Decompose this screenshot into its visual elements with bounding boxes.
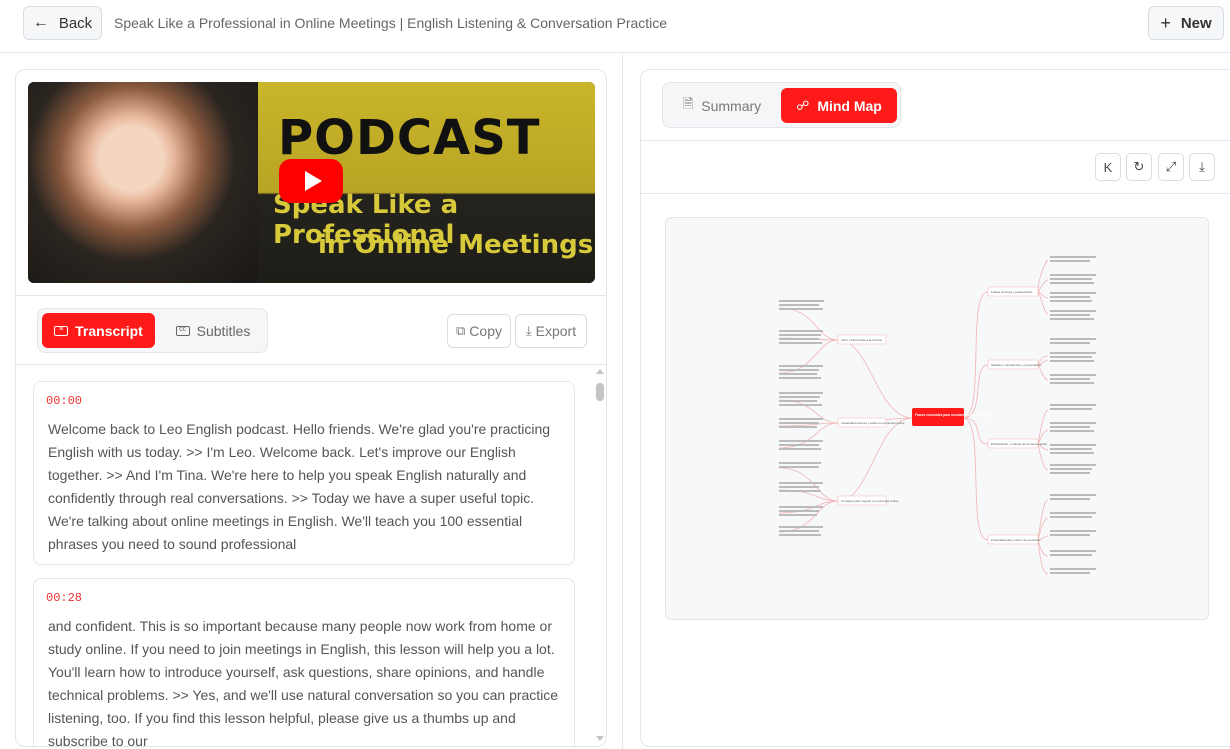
tab-summary[interactable]: 🗎 Summary: [667, 88, 777, 123]
divider: [641, 140, 1230, 141]
mind-map-canvas[interactable]: Frases esenciales para reuniones online …: [665, 217, 1209, 620]
segment-timestamp[interactable]: 00:28: [46, 591, 82, 605]
download-icon: ⤓: [525, 323, 532, 338]
back-label: Back: [58, 14, 93, 32]
back-button[interactable]: ← Back: [23, 6, 102, 40]
scroll-up-icon[interactable]: [596, 369, 604, 374]
plus-icon: +: [1160, 12, 1171, 33]
mind-map-branch-label: Consejos para mejorar en reuniones onlin…: [841, 499, 899, 503]
scroll-down-icon[interactable]: [596, 736, 604, 741]
translate-button[interactable]: K: [1095, 153, 1121, 181]
mind-map-branch-label: Vocabulario técnico y audio en reuniones…: [841, 421, 905, 425]
play-icon: [304, 171, 322, 191]
tab-summary-label: Summary: [701, 97, 762, 114]
mind-map-branch-label: Frases técnicas y presentación: [991, 290, 1033, 294]
copy-label: Copy: [469, 323, 502, 339]
panel-divider[interactable]: [622, 53, 623, 749]
transcript-list[interactable]: 00:00 Welcome back to Leo English podcas…: [16, 365, 606, 747]
transcript-segment[interactable]: 00:00 Welcome back to Leo English podcas…: [33, 381, 575, 565]
mind-map-branch-label: Saludos e introducción y presentación: [991, 363, 1042, 367]
play-button[interactable]: [279, 159, 343, 203]
document-icon: 🗎: [682, 95, 694, 111]
mind-map-branch-node[interactable]: Presentaciones y cierre de reuniones: [987, 534, 1041, 545]
copy-button[interactable]: ⧉ Copy: [447, 314, 511, 348]
export-label: Export: [535, 323, 577, 339]
tab-transcript-label: Transcript: [75, 322, 143, 339]
refresh-button[interactable]: ↻: [1126, 153, 1152, 181]
transcript-icon: ≡: [54, 325, 69, 336]
segment-text: Welcome back to Leo English podcast. Hel…: [48, 421, 551, 552]
translate-icon: K: [1103, 159, 1113, 175]
tab-subtitles-label: Subtitles: [196, 322, 251, 339]
fullscreen-button[interactable]: ⤢: [1158, 153, 1184, 181]
share-nodes-icon: ☍: [796, 97, 810, 113]
export-button[interactable]: ⤓ Export: [515, 314, 587, 348]
expand-icon: ⤢: [1165, 159, 1177, 174]
mind-map-branch-label: Presentaciones y cierre de reuniones: [991, 538, 1041, 542]
segment-text: and confident. This is so important beca…: [48, 618, 559, 747]
mind-map-branch-node[interactable]: Frases técnicas y presentación: [987, 286, 1039, 297]
thumbnail-subtitle-2: in Online Meetings: [318, 230, 594, 260]
refresh-icon: ↻: [1133, 159, 1145, 174]
transcript-tabs: ≡ Transcript cc Subtitles: [37, 308, 268, 353]
top-bar: ← Back Speak Like a Professional in Onli…: [0, 0, 1230, 53]
transcript-segment[interactable]: 00:28 and confident. This is so importan…: [33, 578, 575, 747]
mind-map-branch-node[interactable]: Saludos e introducción y presentación: [987, 359, 1042, 370]
analysis-panel: 🗎 Summary ☍ Mind Map K ↻ ⤢ ⤓ Frases esen…: [640, 69, 1230, 747]
mind-map-root-node[interactable]: Frases esenciales para reuniones online …: [912, 408, 991, 426]
video-player[interactable]: PODCAST Speak Like a Professional in Onl…: [28, 82, 595, 283]
tab-mind-map-label: Mind Map: [817, 97, 882, 114]
copy-icon: ⧉: [456, 323, 466, 338]
mind-map-branch-node[interactable]: Inicio y bienvenida a la reunión: [837, 334, 887, 345]
mind-map-graphic[interactable]: Frases esenciales para reuniones online …: [666, 218, 1209, 620]
new-label: New: [1180, 14, 1212, 32]
thumbnail-title: PODCAST: [278, 110, 541, 166]
mind-map-branch-label: Inicio y bienvenida a la reunión: [841, 338, 883, 342]
download-icon: ⤓: [1199, 159, 1205, 174]
video-thumbnail-host: [28, 82, 258, 283]
divider: [16, 295, 606, 296]
divider: [641, 193, 1230, 194]
analysis-tabs: 🗎 Summary ☍ Mind Map: [662, 82, 901, 128]
transcript-scrollbar[interactable]: [594, 366, 606, 746]
scroll-thumb[interactable]: [596, 383, 604, 401]
download-button[interactable]: ⤓: [1189, 153, 1215, 181]
mind-map-branch-node[interactable]: Consejos para mejorar en reuniones onlin…: [837, 495, 899, 506]
subtitles-icon: cc: [175, 325, 190, 336]
mind-map-branch-label: Participación y manejo de la conversació…: [991, 442, 1047, 446]
mind-map-root-label: Frases esenciales para reuniones online …: [915, 413, 991, 417]
tab-subtitles[interactable]: cc Subtitles: [163, 313, 263, 348]
tab-transcript[interactable]: ≡ Transcript: [42, 313, 155, 348]
video-panel: PODCAST Speak Like a Professional in Onl…: [15, 69, 607, 747]
new-button[interactable]: + New: [1148, 6, 1224, 40]
page-title: Speak Like a Professional in Online Meet…: [114, 15, 668, 31]
segment-timestamp[interactable]: 00:00: [46, 394, 82, 408]
tab-mind-map[interactable]: ☍ Mind Map: [781, 88, 897, 123]
arrow-left-icon: ←: [32, 14, 49, 31]
